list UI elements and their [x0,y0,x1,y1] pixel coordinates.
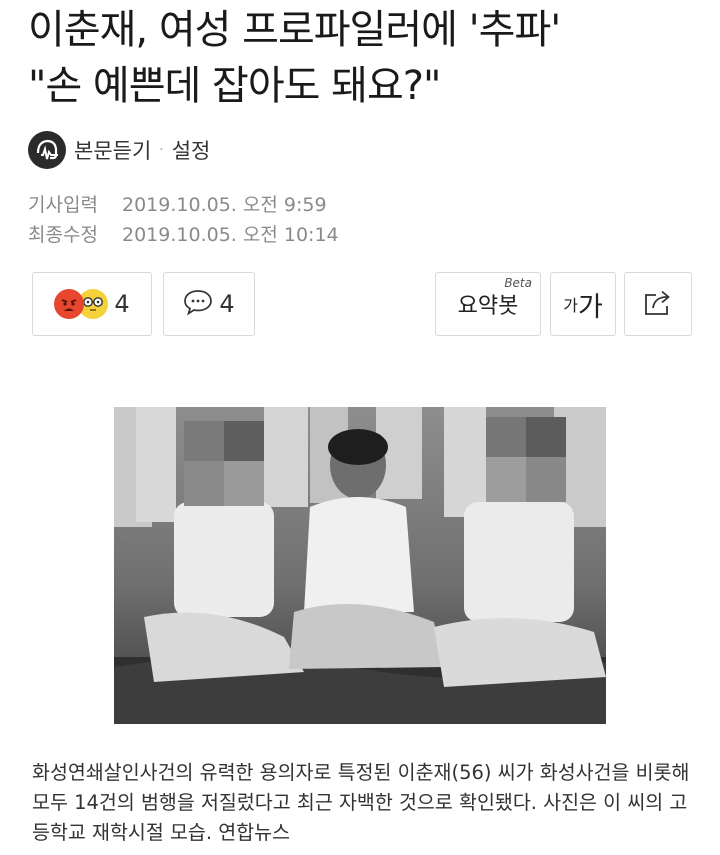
reaction-count: 4 [114,290,130,318]
font-size-small-glyph: 가 [563,296,578,315]
headline-line-1: 이춘재, 여성 프로파일러에 '추파' [28,7,561,53]
published-label: 기사입력 [28,194,98,216]
article-photo [114,407,606,724]
meta-row-modified: 최종수정 2019.10.05. 오전 10:14 [28,220,339,250]
modified-label: 최종수정 [28,224,98,246]
reaction-button[interactable]: 4 [32,272,152,336]
listen-controls: 본문듣기 · 설정 [28,130,210,170]
beta-badge: Beta [504,276,532,290]
angry-face-icon [54,289,85,319]
listen-icon[interactable] [28,131,66,169]
modified-value: 2019.10.05. 오전 10:14 [122,224,339,246]
separator-dot: · [159,142,164,158]
photo-caption: 화성연쇄살인사건의 유력한 용의자로 특정된 이춘재(56) 씨가 화성사건을 … [32,761,690,844]
share-icon [642,287,674,321]
summary-bot-label: 요약봇 [457,294,519,319]
article-meta: 기사입력 2019.10.05. 오전 9:59 최종수정 2019.10.05… [28,190,339,250]
photo-illustration [114,407,606,724]
published-value: 2019.10.05. 오전 9:59 [122,194,327,216]
listen-button[interactable]: 본문듣기 [74,135,151,165]
comment-count: 4 [219,290,235,318]
comment-button[interactable]: 4 [163,272,255,336]
article-headline: 이춘재, 여성 프로파일러에 '추파' "손 예쁜데 잡아도 돼요?" [28,2,708,114]
settings-button[interactable]: 설정 [172,135,211,165]
summary-bot-button[interactable]: 요약봇 Beta [435,272,541,336]
meta-row-published: 기사입력 2019.10.05. 오전 9:59 [28,190,339,220]
headline-line-2: "손 예쁜데 잡아도 돼요?" [28,63,441,109]
share-button[interactable] [624,272,692,336]
font-size-button[interactable]: 가 가 [550,272,616,336]
speech-bubble-icon [183,288,213,320]
font-size-large-glyph: 가 [577,291,603,323]
